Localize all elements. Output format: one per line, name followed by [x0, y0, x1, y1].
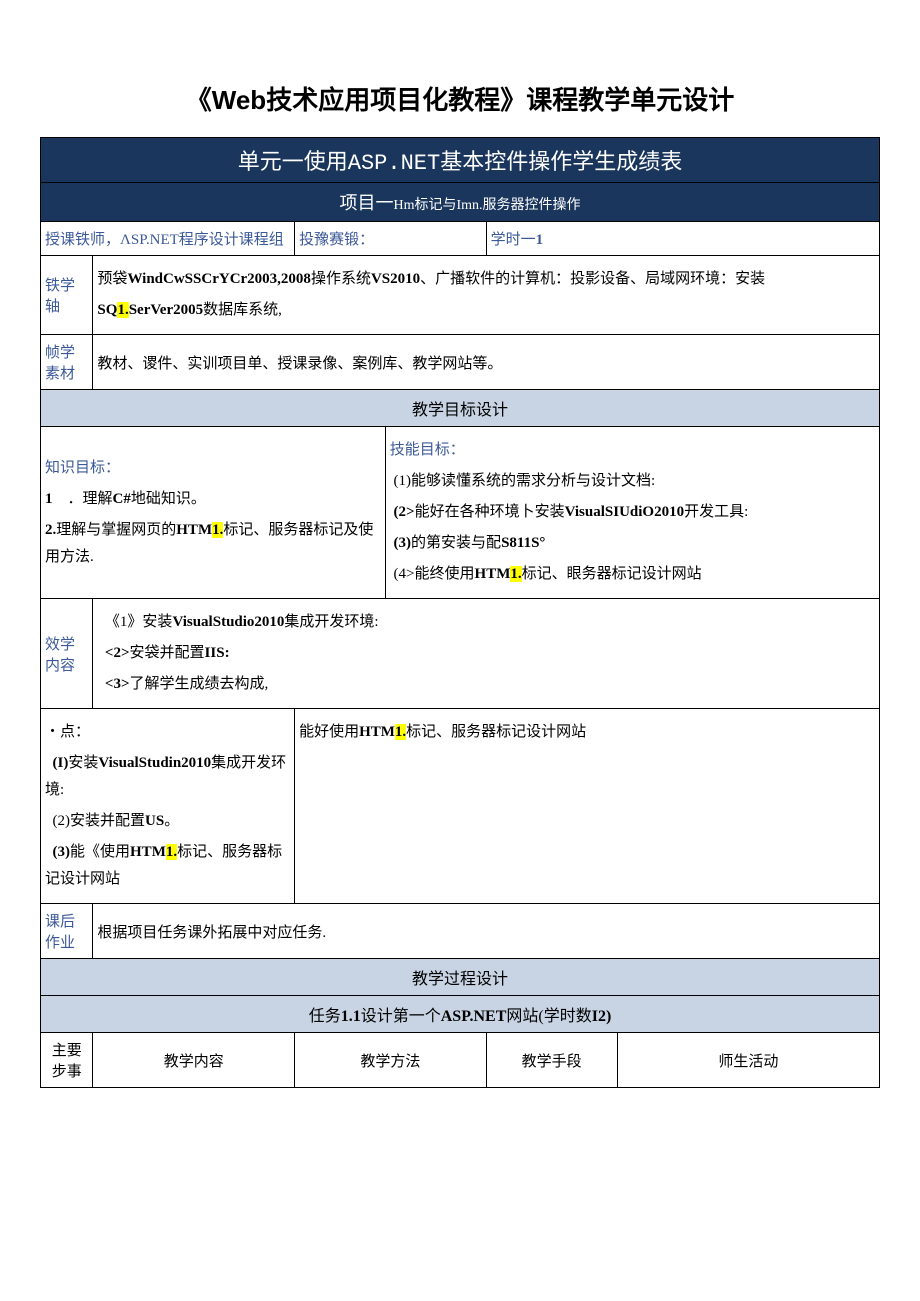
k2d: 1. — [212, 522, 223, 538]
s4b: 能终使用 — [415, 566, 475, 582]
env-1b: WindCwSSCrYCr2003,2008 — [127, 271, 311, 287]
env-1a: 预袋 — [97, 271, 127, 287]
s3b: 的第安装与配 — [411, 535, 501, 551]
hw-content: 根据项目任务课外拓展中对应任务. — [93, 904, 880, 959]
col-activity: 师生活动 — [617, 1033, 879, 1088]
proj-mid1: Hm — [393, 198, 414, 213]
s3a: (3) — [394, 535, 412, 551]
kpr-b: HTM — [359, 724, 395, 740]
kp-title: ・点： — [45, 719, 290, 746]
tb: 1.1 — [341, 1008, 361, 1025]
banner-text-post: 基本控件操作学生成绩表 — [440, 149, 682, 174]
env-1e: 、广播软件的计算机：投影设备、局域网环境：安装 — [420, 271, 765, 287]
tf: I2) — [592, 1008, 612, 1025]
proj-mid3: Imn.服务器 — [456, 198, 524, 213]
know-title: 知识目标： — [45, 455, 381, 482]
hours-val: 1 — [536, 232, 544, 248]
kp3c: HTM — [130, 844, 166, 860]
hw-label: 课后作业 — [41, 904, 93, 959]
keypoint2-cell: 能好使用HTM1.标记、服务器标记设计网站 — [295, 709, 880, 904]
env-1c: 操作系统 — [311, 271, 371, 287]
content-cell: 《1》安装VisualStudio2010集成开发环境: <2>安袋并配置IIS… — [93, 599, 880, 709]
k1d: 地础知识。 — [131, 491, 206, 507]
keypoint-cell: ・点： (I)安装VisualStudin2010集成开发环境: (2)安装并配… — [41, 709, 295, 904]
proj-post: 控件操作 — [525, 198, 581, 213]
content-label: 效学内容 — [41, 599, 93, 709]
te: 网站(学时数 — [506, 1008, 591, 1025]
kp3a: (3) — [53, 844, 71, 860]
c2a: <2> — [105, 645, 130, 661]
col-method: 教学方法 — [295, 1033, 487, 1088]
unit-banner: 单元一使用ASP.NET基本控件操作学生成绩表 — [41, 138, 880, 183]
banner-text-mid: ASP.NET — [348, 151, 440, 176]
kp3d: 1. — [166, 844, 177, 860]
hours-cell: 学时一1 — [486, 222, 879, 256]
s3c: S811S° — [501, 535, 545, 551]
k2b: 理解与掌握网页的 — [56, 522, 176, 538]
s4d: 1. — [510, 566, 521, 582]
s4a: (4> — [394, 566, 415, 582]
proj-mid2: 标记与 — [414, 198, 456, 213]
cast-cell: 投豫赛锻： — [295, 222, 487, 256]
col-content: 教学内容 — [93, 1033, 295, 1088]
kp1c: VisualStudin2010 — [98, 755, 211, 771]
s4c: HTM — [475, 566, 511, 582]
knowledge-goal: 知识目标： 1 ．理解C#地础知识。 2.理解与掌握网页的HTM1.标记、服务器… — [41, 427, 386, 599]
td: ASP.NET — [441, 1008, 507, 1025]
c3a: <3> — [105, 676, 130, 692]
task-head: 任务1.1设计第一个ASP.NET网站(学时数I2) — [41, 996, 880, 1033]
teacher-cell: 授课铁师，ΛSP.NET程序设计课程组 — [41, 222, 295, 256]
lesson-table: 单元一使用ASP.NET基本控件操作学生成绩表 项目一Hm标记与Imn.服务器控… — [40, 137, 880, 1088]
env-content: 预袋WindCwSSCrYCr2003,2008操作系统VS2010、广播软件的… — [93, 256, 880, 335]
goal-section-head: 教学目标设计 — [41, 390, 880, 427]
proj-pre: 项目一 — [339, 193, 393, 213]
c2b: 安袋并配置 — [130, 645, 205, 661]
material-label: 帧学素材 — [41, 335, 93, 390]
kp1a: (I) — [53, 755, 69, 771]
kp2b: US — [145, 813, 164, 829]
kp3b: 能《使用 — [70, 844, 130, 860]
skill-goal: 技能目标： (1)能够读懂系统的需求分析与设计文档: (2>能好在各种环境卜安装… — [385, 427, 879, 599]
process-section-head: 教学过程设计 — [41, 959, 880, 996]
s2c: VisualSIUdiO2010 — [565, 504, 684, 520]
env-1d: VS2010 — [371, 271, 420, 287]
k1c: C# — [113, 491, 131, 507]
material-content: 教材、谡件、实训项目单、授课录像、案例库、教学网站等。 — [93, 335, 880, 390]
page-title: 《Web技术应用项目化教程》课程教学单元设计 — [40, 80, 880, 117]
c1c: 集成开发环境: — [284, 614, 378, 630]
c3b: 了解学生成绩去构成, — [130, 676, 269, 692]
env-label: 铁学轴 — [41, 256, 93, 335]
k2c: HTM — [176, 522, 212, 538]
col-means: 教学手段 — [486, 1033, 617, 1088]
col-steps: 主要步事 — [41, 1033, 93, 1088]
env-2a: SQ — [97, 302, 117, 318]
k1b: ．理解 — [68, 491, 113, 507]
s2a: (2> — [394, 504, 415, 520]
project-banner: 项目一Hm标记与Imn.服务器控件操作 — [41, 183, 880, 222]
ta: 任务 — [309, 1008, 341, 1025]
kp2c: 。 — [164, 813, 179, 829]
c2c: IIS: — [205, 645, 230, 661]
env-2d: 数据库系统, — [203, 302, 282, 318]
s2b: 能好在各种环境卜安装 — [415, 504, 565, 520]
k1a: 1 — [45, 491, 53, 507]
kpr-c: 1. — [395, 724, 406, 740]
c1b: VisualStudio2010 — [172, 614, 284, 630]
tc: 设计第一个 — [361, 1008, 441, 1025]
banner-text-pre: 单元一使用 — [238, 149, 348, 174]
kp1b: 安装 — [68, 755, 98, 771]
hours-label: 学时一 — [491, 232, 536, 248]
c1a: 《1》安装 — [105, 614, 173, 630]
env-2c: SerVer2005 — [129, 302, 203, 318]
kpr-a: 能好使用 — [299, 724, 359, 740]
env-2b: 1. — [117, 302, 128, 318]
kp2a: (2)安装并配置 — [53, 813, 146, 829]
s4e: 标记、眼务器标记设计网站 — [522, 566, 702, 582]
kpr-d: 标记、服务器标记设计网站 — [406, 724, 586, 740]
s1: (1)能够读懂系统的需求分析与设计文档: — [394, 473, 656, 489]
skill-title: 技能目标： — [390, 437, 875, 464]
s2d: 开发工具: — [684, 504, 748, 520]
k2a: 2. — [45, 522, 56, 538]
